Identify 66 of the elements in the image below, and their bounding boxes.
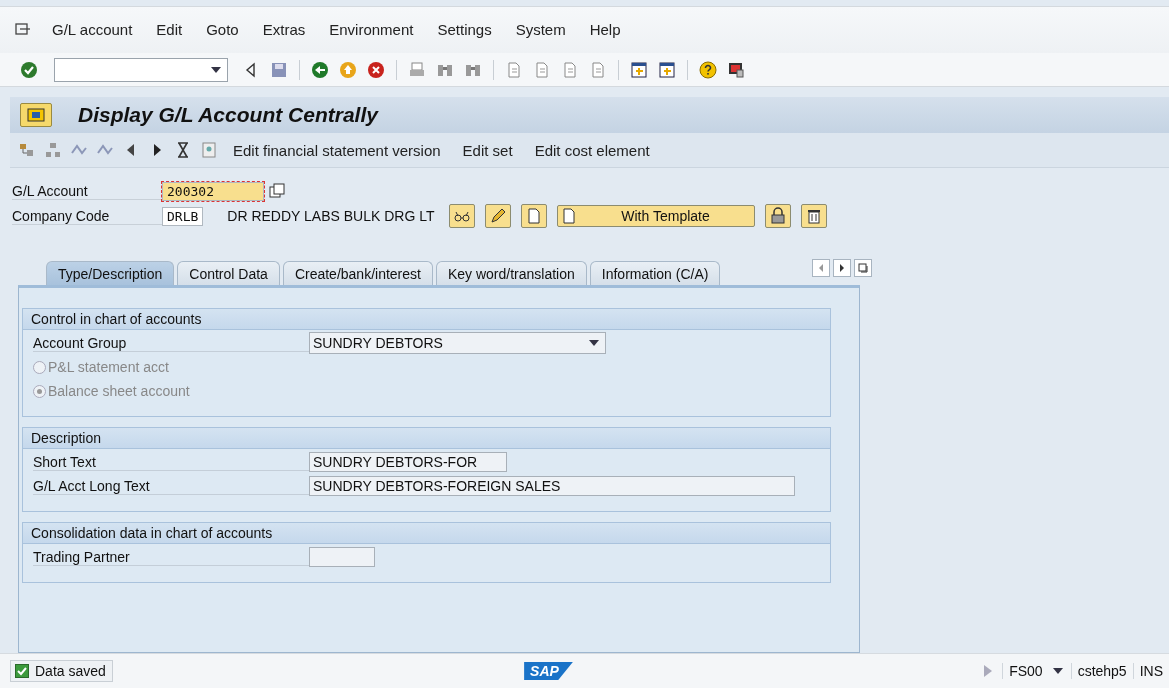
group-title: Control in chart of accounts — [23, 309, 830, 331]
window-icon — [27, 108, 45, 123]
lock-icon — [768, 207, 787, 226]
monitor-icon[interactable] — [727, 60, 745, 79]
company-name: DR REDDY LABS BULK DRG LT — [227, 208, 435, 225]
next-tab-button[interactable] — [833, 258, 851, 277]
caret-icon[interactable] — [211, 66, 221, 73]
menu-item[interactable]: Goto — [194, 21, 251, 39]
back-icon[interactable] — [311, 60, 329, 79]
input-field[interactable] — [309, 547, 375, 568]
radio-label: Balance sheet account — [48, 383, 190, 400]
caret-icon[interactable] — [1052, 668, 1063, 675]
pencil-icon — [488, 207, 507, 226]
menu-item[interactable]: Environment — [317, 21, 426, 39]
status-text: Data saved — [35, 663, 106, 680]
tab-list-button[interactable] — [854, 258, 872, 277]
toolbar-button[interactable]: Edit cost element — [527, 141, 657, 159]
field-label: G/L Acct Long Text — [33, 477, 309, 495]
company-code-field[interactable]: DRLB — [162, 206, 204, 226]
left-arrow-icon — [817, 262, 825, 273]
glasses-button[interactable] — [448, 204, 475, 229]
toolbar-button[interactable]: Edit set — [455, 141, 520, 159]
group-title: Consolidation data in chart of accounts — [23, 523, 830, 545]
help-icon[interactable] — [699, 60, 717, 79]
dropdown-field[interactable]: SUNDRY DEBTORS — [309, 332, 606, 355]
command-field[interactable] — [54, 57, 228, 82]
account-field[interactable]: 200302 — [162, 181, 264, 201]
toolbar-button[interactable]: Edit financial statement version — [226, 141, 448, 159]
tab[interactable]: Create/bank/interest — [282, 261, 433, 286]
trash-button[interactable] — [800, 204, 827, 229]
save-icon[interactable] — [270, 60, 288, 79]
window-shortcut-icon[interactable] — [658, 60, 676, 79]
menu-item[interactable]: Help — [577, 21, 633, 39]
lock-button[interactable] — [764, 204, 791, 229]
group-title: Description — [23, 428, 830, 450]
screen-title: Display G/L Account Centrally — [78, 103, 378, 128]
pencil-button[interactable] — [484, 204, 511, 229]
right-arrow-icon — [838, 262, 846, 273]
windows-icon — [858, 262, 868, 273]
success-icon — [15, 664, 29, 679]
logo: SAP — [524, 662, 573, 681]
tab[interactable]: Control Data — [177, 261, 280, 286]
radio-label: P&L statement acct — [48, 359, 169, 376]
copy-icon[interactable] — [268, 182, 286, 201]
template-button[interactable]: With Template — [556, 205, 755, 228]
menu-button[interactable] — [20, 103, 52, 128]
menu-item[interactable]: Settings — [425, 21, 504, 39]
field-label: Trading Partner — [33, 548, 309, 566]
transaction-code[interactable]: FS00 — [1002, 663, 1049, 680]
menu-item[interactable]: G/L account — [40, 21, 145, 39]
checkmark-icon[interactable] — [20, 60, 38, 79]
tab[interactable]: Type/Description — [46, 261, 175, 286]
input-mode[interactable]: INS — [1132, 663, 1169, 680]
new-window-icon[interactable] — [630, 60, 648, 79]
tab[interactable]: Information (C/A) — [589, 261, 721, 286]
input-field[interactable]: SUNDRY DEBTORS-FOR — [309, 452, 507, 473]
menu-item[interactable]: Extras — [250, 21, 318, 39]
server-name: cstehp5 — [1070, 663, 1133, 680]
field-label: Account Group — [33, 334, 309, 352]
menu-item[interactable]: System — [503, 21, 578, 39]
document-button[interactable] — [520, 204, 547, 229]
input-field[interactable]: SUNDRY DEBTORS-FOREIGN SALES — [309, 476, 795, 497]
cancel-icon[interactable] — [367, 60, 385, 79]
menu-item[interactable]: Edit — [144, 21, 195, 39]
field-label: Short Text — [33, 453, 309, 471]
tab[interactable]: Key word/translation — [435, 261, 587, 286]
